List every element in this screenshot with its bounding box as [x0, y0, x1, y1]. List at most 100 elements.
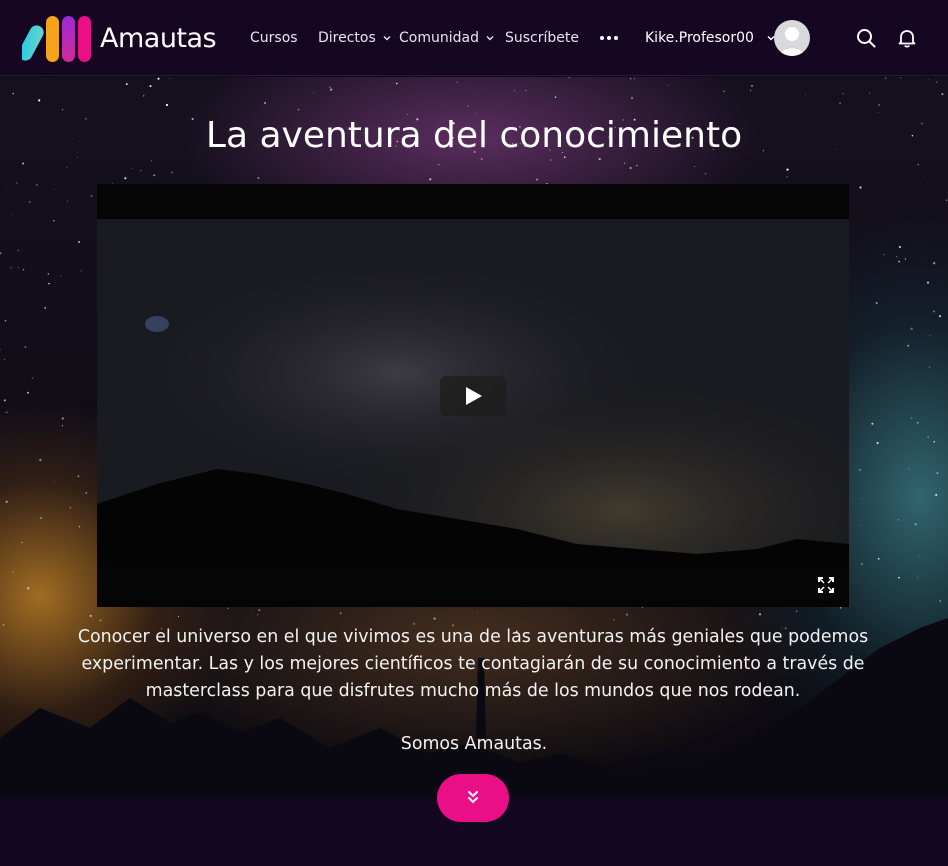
star — [933, 262, 936, 265]
star — [936, 81, 938, 83]
star — [169, 78, 171, 79]
star — [69, 506, 72, 509]
double-chevron-down-icon — [468, 791, 478, 804]
star — [749, 89, 752, 92]
star — [868, 92, 871, 94]
star — [876, 442, 879, 444]
star — [704, 172, 707, 175]
star — [917, 163, 920, 166]
star — [916, 422, 919, 424]
star — [77, 475, 80, 478]
star — [871, 422, 874, 425]
star — [535, 178, 539, 181]
star — [5, 411, 8, 414]
nav-item-comunidad[interactable]: Comunidad — [399, 30, 495, 46]
star — [629, 77, 632, 80]
play-icon — [466, 387, 482, 405]
star — [586, 156, 588, 158]
star — [39, 516, 43, 520]
star — [933, 440, 936, 443]
star — [875, 301, 878, 305]
star — [47, 78, 49, 79]
user-menu[interactable]: Kike.Profesor00 — [645, 30, 776, 46]
star — [884, 77, 887, 79]
nav-item-label: Suscríbete — [505, 30, 579, 46]
video-player[interactable] — [97, 184, 849, 607]
star — [786, 176, 788, 178]
star — [165, 103, 169, 107]
amautas-logo[interactable]: Amautas — [22, 14, 217, 62]
nav-item-label: Directos — [318, 30, 376, 46]
star — [667, 84, 669, 86]
star — [12, 213, 14, 215]
star — [5, 500, 8, 503]
star — [159, 97, 161, 99]
star — [904, 258, 907, 260]
play-button[interactable] — [440, 376, 506, 416]
star — [18, 266, 20, 268]
fullscreen-icon[interactable] — [818, 577, 834, 593]
nav-item-directos[interactable]: Directos — [318, 30, 392, 46]
star — [467, 105, 469, 107]
star — [38, 99, 41, 102]
star — [938, 315, 942, 318]
star — [22, 162, 25, 165]
star — [475, 112, 476, 114]
star — [257, 176, 260, 180]
username-label: Kike.Profesor00 — [645, 30, 754, 46]
star — [66, 167, 68, 168]
top-navigation-bar: Amautas Cursos Directos Comunidad Suscrí… — [0, 0, 948, 76]
star — [24, 345, 27, 348]
avatar[interactable] — [774, 20, 810, 56]
nav-item-suscribete[interactable]: Suscríbete — [505, 30, 579, 46]
star — [554, 96, 557, 98]
star — [60, 275, 62, 277]
star — [786, 168, 789, 171]
star — [124, 177, 127, 180]
star — [549, 159, 552, 161]
star — [914, 523, 917, 526]
star — [10, 266, 12, 269]
star — [17, 249, 20, 252]
star — [598, 157, 601, 161]
chevron-down-icon — [486, 36, 494, 41]
scroll-down-button[interactable] — [437, 774, 509, 822]
star — [297, 108, 300, 111]
star — [929, 335, 931, 337]
star — [480, 158, 483, 160]
star — [153, 174, 156, 177]
star — [883, 253, 886, 256]
star — [67, 200, 68, 202]
more-horizontal-icon[interactable] — [598, 30, 620, 46]
star — [907, 344, 910, 347]
bell-icon[interactable] — [897, 28, 917, 48]
star — [897, 518, 900, 521]
chevron-down-icon — [383, 36, 391, 41]
star — [171, 171, 173, 174]
star — [437, 163, 440, 166]
page-title: La aventura del conocimiento — [205, 115, 743, 156]
star — [839, 102, 841, 105]
star — [928, 366, 931, 368]
star — [44, 306, 47, 309]
star — [61, 108, 64, 111]
star — [22, 268, 25, 271]
star — [927, 79, 929, 81]
star — [945, 199, 948, 201]
star — [941, 93, 944, 96]
star — [142, 95, 145, 97]
avatar-placeholder-icon — [780, 27, 804, 56]
amautas-logo-mark — [22, 16, 91, 62]
star — [6, 185, 8, 186]
star — [927, 436, 929, 438]
star — [751, 84, 753, 87]
star — [429, 178, 432, 181]
star — [805, 94, 806, 95]
star — [53, 220, 55, 222]
star — [85, 491, 88, 494]
star — [921, 236, 923, 238]
star — [264, 102, 267, 104]
nav-item-cursos[interactable]: Cursos — [250, 30, 298, 46]
star — [31, 377, 34, 379]
search-icon[interactable] — [856, 28, 876, 48]
